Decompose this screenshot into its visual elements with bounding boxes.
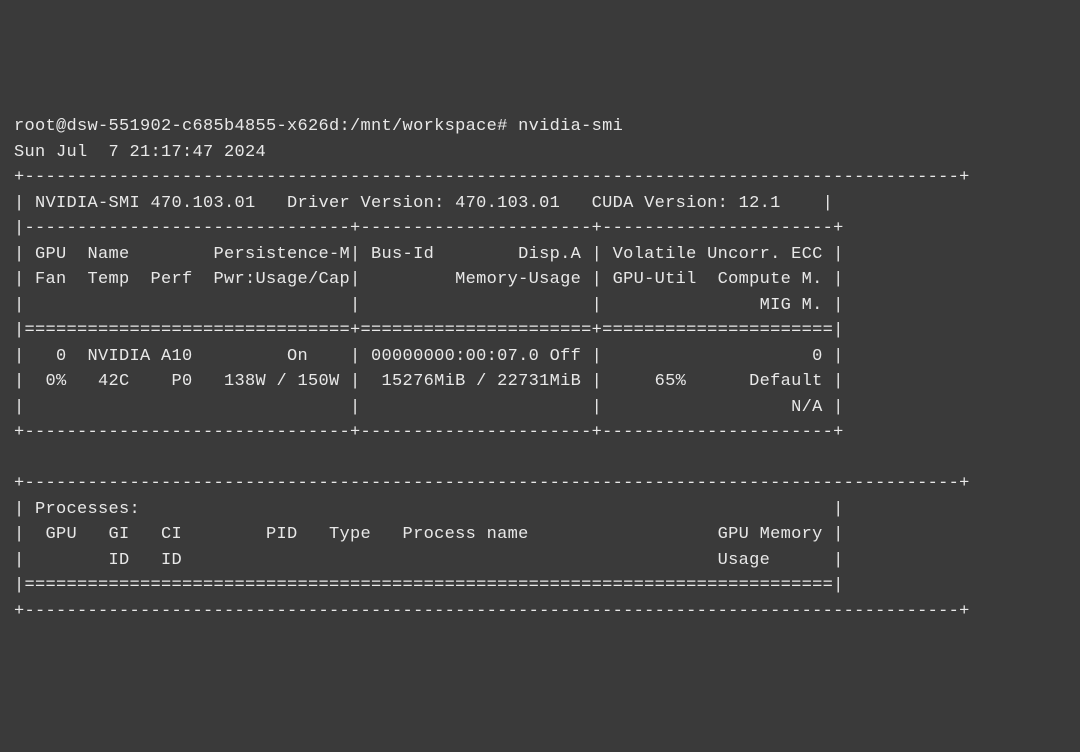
header-sep: |-------------------------------+-------…: [14, 219, 844, 238]
proc-cols-2: | ID ID Usage |: [14, 551, 844, 570]
proc-sep: |=======================================…: [14, 576, 844, 595]
proc-top: +---------------------------------------…: [14, 474, 970, 493]
prompt-line: root@dsw-551902-c685b4855-x626d:/mnt/wor…: [14, 117, 623, 136]
blank-line: [14, 449, 970, 468]
header-line: | NVIDIA-SMI 470.103.01 Driver Version: …: [14, 194, 833, 213]
terminal-output: root@dsw-551902-c685b4855-x626d:/mnt/wor…: [14, 114, 1066, 624]
col-header-2: | Fan Temp Perf Pwr:Usage/Cap| Memory-Us…: [14, 270, 844, 289]
proc-header: | Processes: |: [14, 500, 844, 519]
gpu-row-1: | 0 NVIDIA A10 On | 00000000:00:07.0 Off…: [14, 347, 844, 366]
table-sep: |===============================+=======…: [14, 321, 844, 340]
border-top: +---------------------------------------…: [14, 168, 970, 187]
border-mid: +-------------------------------+-------…: [14, 423, 844, 442]
proc-cols-1: | GPU GI CI PID Type Process name GPU Me…: [14, 525, 844, 544]
gpu-row-2: | 0% 42C P0 138W / 150W | 15276MiB / 227…: [14, 372, 844, 391]
datetime-line: Sun Jul 7 21:17:47 2024: [14, 143, 266, 162]
col-header-3: | | | MIG M. |: [14, 296, 844, 315]
col-header-1: | GPU Name Persistence-M| Bus-Id Disp.A …: [14, 245, 844, 264]
proc-bottom: +---------------------------------------…: [14, 602, 970, 621]
gpu-row-3: | | | N/A |: [14, 398, 844, 417]
